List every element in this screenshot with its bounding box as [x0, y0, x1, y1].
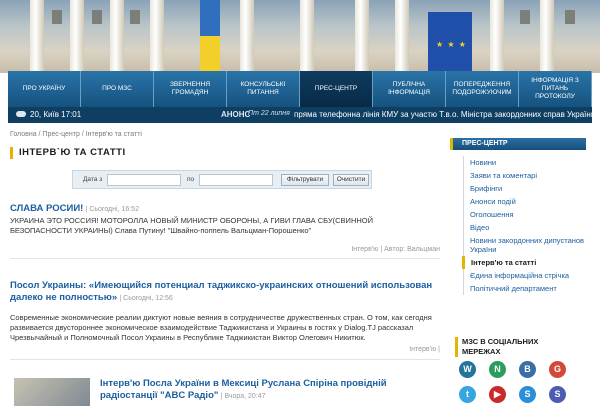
skype-icon[interactable]: S — [519, 386, 536, 403]
youtube-icon[interactable]: ▶ — [489, 386, 506, 403]
article-excerpt: УКРАИНА ЭТО РОССИЯ! МОТОРОЛЛА НОВЫЙ МИНИ… — [10, 216, 373, 235]
article-item: СЛАВА РОСИИ! | Сьогодні, 16:52 УКРАИНА Э… — [10, 203, 440, 236]
article-item: Інтерв'ю Посла України в Мексиці Руслана… — [100, 378, 430, 403]
sidebar: Прес-центр Новини Заяви та коментарі Бри… — [450, 138, 586, 295]
article-date: | Сьогодні, 16:52 — [85, 206, 139, 213]
google-plus-icon[interactable]: G — [549, 361, 566, 378]
date-from-input[interactable] — [107, 174, 181, 186]
sidebar-item-news-feed[interactable]: Єдина інформаційна стрічка — [464, 269, 586, 282]
sidebar-item-announcements[interactable]: Анонси подій — [464, 195, 586, 208]
pinterest-icon[interactable]: S — [549, 386, 566, 403]
nav-item-about-ukraine[interactable]: Про Україну — [8, 71, 81, 107]
weather-cloud-icon — [16, 111, 26, 117]
sidebar-item-notices[interactable]: Оголошення — [464, 208, 586, 221]
article-date: | Вчора, 20:47 — [220, 393, 266, 400]
article-excerpt: Современные экономические реалии диктуют… — [10, 313, 432, 342]
divider — [10, 258, 440, 259]
article-footer-row: Інтерв'ю | Автор: Вальцман — [10, 246, 440, 256]
divider — [10, 359, 440, 360]
sidebar-item-statements[interactable]: Заяви та коментарі — [464, 169, 586, 182]
date-to-label: по — [187, 176, 195, 183]
clear-button[interactable]: Очистити — [333, 174, 369, 186]
ukraine-flag — [200, 0, 220, 36]
blogger-icon[interactable]: B — [519, 361, 536, 378]
article-thumbnail[interactable] — [14, 378, 90, 406]
nav-item-press-center[interactable]: Прес-центр — [300, 71, 373, 107]
article-title[interactable]: СЛАВА РОСИИ! — [10, 203, 83, 214]
weather-time: 20, Київ 17:01 — [30, 110, 82, 119]
date-filter: Дата з по Фільтрувати Очистити — [72, 170, 372, 189]
sidebar-item-briefings[interactable]: Брифінги — [464, 182, 586, 195]
header-banner-image: ★ ★ ★ — [0, 0, 600, 73]
nav-item-travel-warnings[interactable]: Попередження подорожуючим — [446, 71, 519, 107]
sidebar-item-interviews[interactable]: Інтерв'ю та статті — [462, 256, 586, 269]
sidebar-item-missions-news[interactable]: Новини закордонних дипустанов України — [464, 234, 586, 256]
wordpress-icon[interactable]: W — [459, 361, 476, 378]
info-strip: 20, Київ 17:01 АНОНС Пт 22 липня пряма т… — [8, 107, 595, 123]
article-footer[interactable]: Інтерв'ю | — [409, 346, 440, 353]
date-to-input[interactable] — [199, 174, 273, 186]
date-from-label: Дата з — [83, 176, 103, 183]
nav-item-about-mfa[interactable]: Про МЗС — [81, 71, 154, 107]
filter-button[interactable]: Фільтрувати — [281, 174, 329, 186]
announcement-date: Пт 22 липня — [248, 110, 290, 117]
page: ★ ★ ★ Про Україну Про МЗС Звернення гром… — [0, 0, 600, 406]
nav-item-consular-issues[interactable]: Консульські питання — [227, 71, 300, 107]
sidebar-item-video[interactable]: Відео — [464, 221, 586, 234]
article-item: Посол Украины: «Имеющийся потенциал тадж… — [10, 280, 440, 343]
nav-item-citizens-appeals[interactable]: Звернення громадян — [154, 71, 227, 107]
announcement-label: АНОНС — [221, 110, 251, 119]
main-nav: Про Україну Про МЗС Звернення громадян К… — [8, 71, 592, 107]
sidebar-menu: Новини Заяви та коментарі Брифінги Анонс… — [462, 156, 586, 295]
nav-item-protocol-info[interactable]: Інформація з питань протоколу — [519, 71, 592, 107]
announcement-text[interactable]: пряма телефонна лінія КМУ за участю Т.в.… — [294, 110, 595, 119]
sidebar-item-news[interactable]: Новини — [464, 156, 586, 169]
twitter-icon[interactable]: t — [459, 386, 476, 403]
sidebar-header: Прес-центр — [450, 138, 586, 150]
page-title: ІНТЕРВ`Ю ТА СТАТТІ — [10, 147, 126, 159]
nav-item-public-information[interactable]: Публічна інформація — [373, 71, 446, 107]
article-footer[interactable]: Інтерв'ю | Автор: Вальцман — [351, 246, 440, 253]
article-title[interactable]: Посол Украины: «Имеющийся потенциал тадж… — [10, 280, 432, 303]
livejournal-icon[interactable]: N — [489, 361, 506, 378]
article-footer-row: Інтерв'ю | — [10, 346, 440, 356]
social-section-title: МЗС в соціальних мережах — [455, 337, 572, 357]
sidebar-item-political-department[interactable]: Політичний департамент — [464, 282, 586, 295]
article-date: | Сьогодні, 12:56 — [119, 295, 173, 302]
breadcrumb[interactable]: Головна / Прес-центр / Інтерв'ю та статт… — [10, 131, 142, 138]
